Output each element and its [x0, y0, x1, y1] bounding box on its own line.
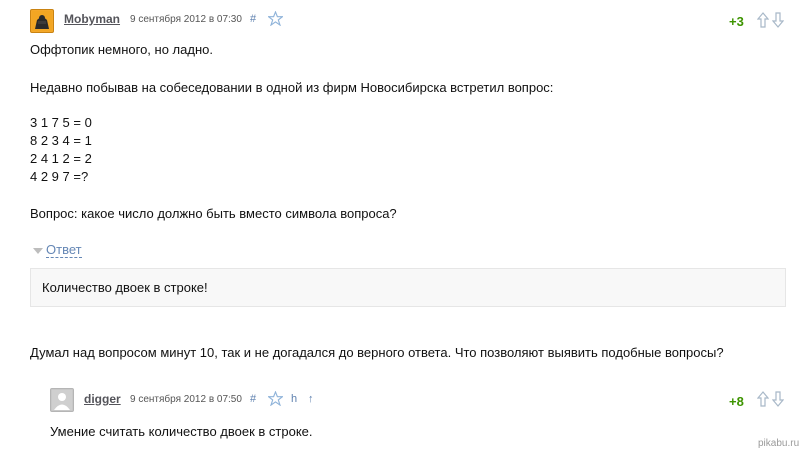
comment-text-line: Умение считать количество двоек в строке… — [50, 424, 313, 439]
comment-date: 9 сентября 2012 в 07:30 — [130, 14, 242, 25]
vote-down-icon[interactable] — [772, 391, 784, 407]
star-icon[interactable] — [268, 11, 283, 26]
star-icon[interactable] — [268, 391, 283, 406]
parent-link[interactable]: h — [291, 393, 297, 405]
permalink-link[interactable]: # — [250, 13, 256, 25]
watermark: pikabu.ru — [758, 438, 800, 449]
comment-rating: +3 — [729, 14, 744, 29]
permalink-link[interactable]: # — [250, 393, 256, 405]
avatar-image-icon — [32, 11, 52, 31]
comment-text-line: Думал над вопросом минут 10, так и не до… — [30, 345, 724, 360]
triangle-down-icon[interactable] — [33, 248, 43, 255]
spoiler-toggle[interactable]: Ответ — [46, 243, 82, 258]
comment-text-line: 3 1 7 5 = 0 — [30, 115, 92, 130]
comment-text-line: 4 2 9 7 =? — [30, 169, 89, 184]
comment-text-line: Недавно побывав на собеседовании в одной… — [30, 80, 554, 95]
avatar[interactable] — [50, 388, 74, 412]
up-link[interactable]: ↑ — [308, 393, 314, 405]
user-silhouette-icon — [52, 390, 72, 410]
avatar[interactable] — [30, 9, 54, 33]
comment-text-line: Оффтопик немного, но ладно. — [30, 42, 213, 57]
vote-up-icon[interactable] — [757, 391, 769, 407]
comment-date: 9 сентября 2012 в 07:50 — [130, 394, 242, 405]
comment-text-line: 2 4 1 2 = 2 — [30, 151, 92, 166]
vote-down-icon[interactable] — [772, 12, 784, 28]
comment-rating: +8 — [729, 394, 744, 409]
spoiler-content: Количество двоек в строке! — [30, 268, 786, 307]
comment-author[interactable]: digger — [84, 392, 121, 406]
comment-text-line: 8 2 3 4 = 1 — [30, 133, 92, 148]
comment-author[interactable]: Mobyman — [64, 12, 120, 26]
vote-up-icon[interactable] — [757, 12, 769, 28]
spoiler-text: Количество двоек в строке! — [42, 280, 208, 295]
comment-text-line: Вопрос: какое число должно быть вместо с… — [30, 206, 397, 221]
